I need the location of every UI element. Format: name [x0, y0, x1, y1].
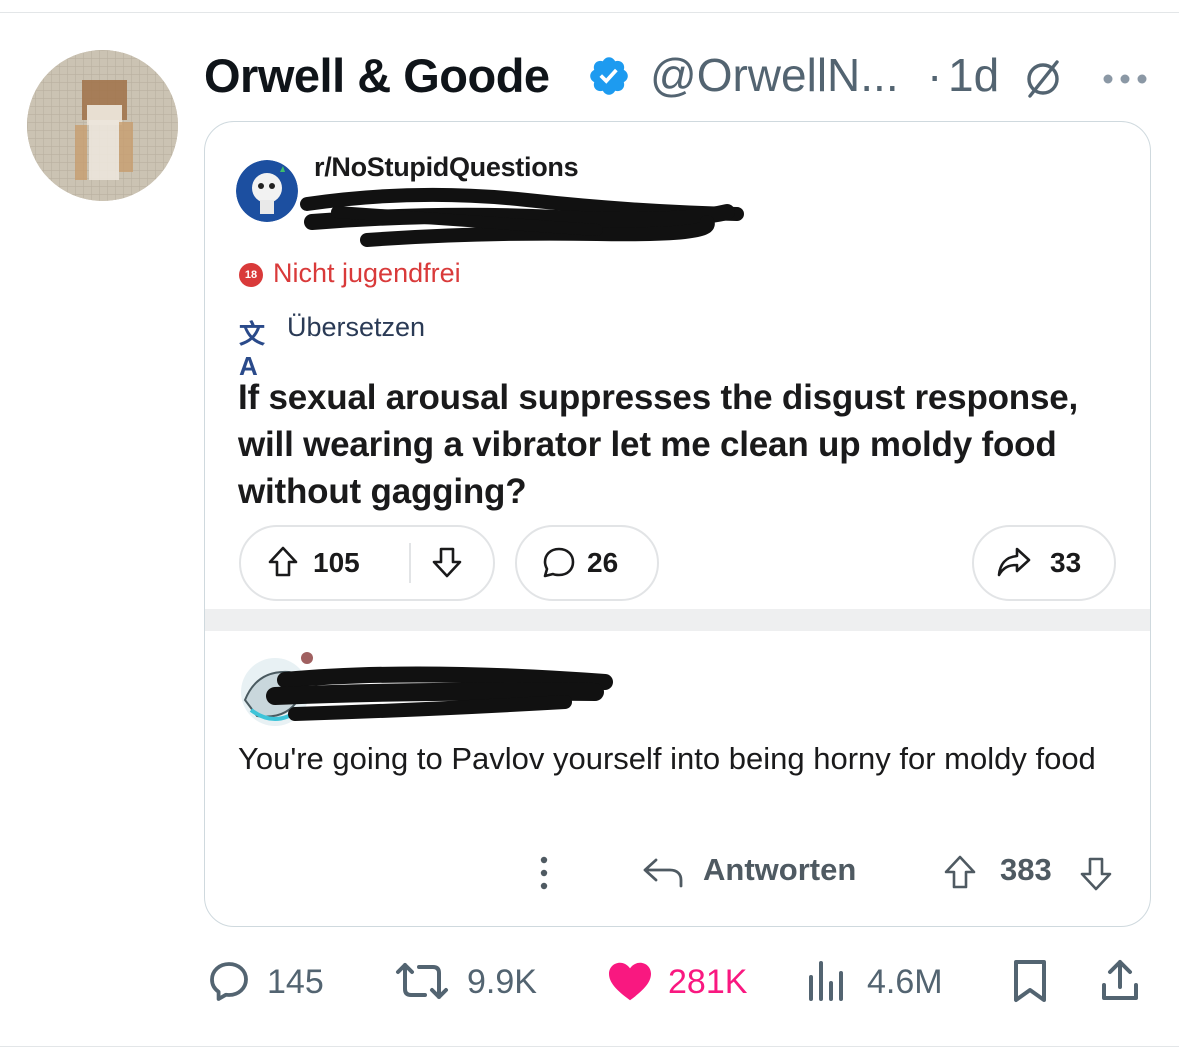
- reply-arrow-icon[interactable]: [642, 856, 684, 890]
- reply-label[interactable]: Antworten: [703, 852, 856, 888]
- author-handle[interactable]: @OrwellN...: [650, 48, 899, 102]
- bookmark-icon: [1014, 960, 1046, 1002]
- subreddit-name: r/NoStupidQuestions: [314, 152, 579, 182]
- more-icon[interactable]: [1101, 72, 1149, 86]
- header-separator: ·: [927, 49, 943, 101]
- subreddit-avatar: [236, 160, 298, 222]
- embedded-screenshot-card[interactable]: r/NoStupidQuestions 18 Nicht jugendfrei …: [204, 121, 1151, 927]
- translate-label: Übersetzen: [287, 312, 426, 342]
- share-pill[interactable]: 33: [972, 525, 1116, 601]
- reply-icon: [210, 962, 248, 1001]
- bottom-divider: [0, 1046, 1179, 1047]
- comment-bubble-icon: [543, 547, 575, 578]
- top-divider: [0, 12, 1179, 13]
- author-name[interactable]: Orwell & Goode: [204, 48, 550, 103]
- author-avatar[interactable]: [27, 50, 178, 201]
- share-arrow-icon: [997, 547, 1031, 577]
- section-divider: [205, 609, 1150, 631]
- comment-text: You're going to Pavlov yourself into bei…: [238, 741, 1096, 776]
- comment-more-icon[interactable]: [538, 855, 550, 891]
- comment-count: 26: [587, 547, 619, 578]
- nsfw-18-icon: 18: [239, 263, 263, 287]
- redacted-commenter-scribble: [266, 666, 613, 721]
- post-question: If sexual arousal suppresses the disgust…: [238, 378, 1079, 511]
- share-count: 33: [1050, 547, 1082, 578]
- comment-score: 383: [1000, 852, 1052, 887]
- view-count: 4.6M: [867, 963, 943, 1001]
- upvote-icon[interactable]: [265, 544, 301, 580]
- comments-pill[interactable]: 26: [515, 525, 659, 601]
- like-count: 281K: [668, 963, 748, 1001]
- repost-icon: [396, 963, 448, 999]
- heart-icon: [609, 962, 651, 1001]
- vote-count: 105: [313, 547, 360, 578]
- reply-count: 145: [267, 963, 324, 1001]
- comment-upvote-icon[interactable]: [940, 853, 980, 893]
- grok-icon[interactable]: [1021, 56, 1065, 100]
- verified-badge-icon[interactable]: [587, 54, 631, 98]
- nsfw-label: Nicht jugendfrei: [273, 258, 461, 288]
- tweet-header: Orwell & Goode @OrwellN... · 1d: [204, 46, 1164, 106]
- comment-downvote-icon[interactable]: [1076, 853, 1116, 893]
- share-icon: [1102, 960, 1138, 1000]
- dog-avatar-image: [27, 50, 178, 201]
- downvote-icon[interactable]: [429, 544, 465, 580]
- analytics-icon: [809, 961, 843, 1001]
- vote-pill: 105: [239, 525, 495, 601]
- repost-count: 9.9K: [467, 963, 537, 1001]
- tweet-timestamp[interactable]: 1d: [948, 48, 999, 102]
- redacted-username-scribble: [300, 187, 744, 247]
- translate-icon: 文A: [239, 319, 265, 381]
- vote-divider: [409, 543, 411, 583]
